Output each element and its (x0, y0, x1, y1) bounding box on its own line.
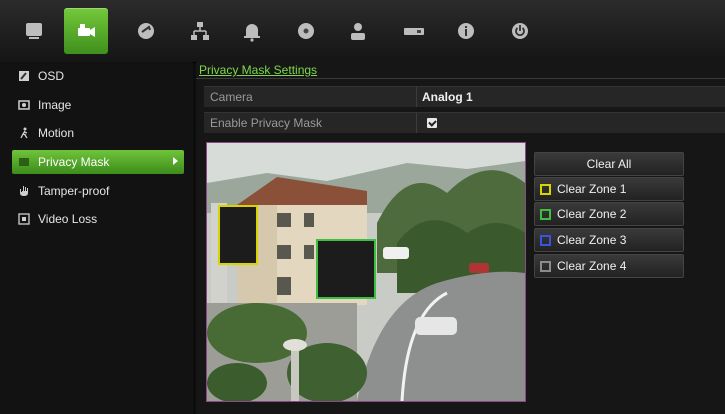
sidebar-item-label: Privacy Mask (38, 155, 110, 169)
record-icon (138, 23, 154, 39)
network-icon (191, 22, 209, 40)
sidebar-item-label: OSD (38, 69, 65, 83)
page-title: Privacy Mask Settings (199, 63, 318, 77)
camera-preview[interactable] (206, 142, 526, 402)
zone-3-color-swatch (540, 234, 551, 246)
sidebar-item-label: Image (38, 98, 72, 112)
motion-icon (18, 127, 30, 139)
user-button[interactable] (336, 8, 380, 54)
osd-icon (18, 70, 30, 82)
privacy-mask-icon (18, 156, 30, 168)
clear-zone-2-label: Clear Zone 2 (557, 207, 627, 221)
enable-privacy-mask-checkbox[interactable] (427, 118, 437, 128)
main-toolbar (0, 0, 725, 63)
clear-zone-2-button[interactable]: Clear Zone 2 (534, 202, 684, 226)
enable-privacy-mask-label: Enable Privacy Mask (210, 116, 323, 130)
zone-2-color-swatch (540, 208, 551, 220)
network-button[interactable] (178, 8, 222, 54)
sidebar-item-motion[interactable]: Motion (12, 121, 184, 145)
video-loss-icon (18, 213, 30, 225)
info-button[interactable] (444, 8, 488, 54)
clear-all-button[interactable]: Clear All (534, 152, 684, 176)
user-icon (351, 23, 365, 40)
privacy-zone-1[interactable] (218, 205, 258, 265)
clear-zone-1-button[interactable]: Clear Zone 1 (534, 177, 684, 201)
camera-select[interactable]: Analog 1 (422, 90, 473, 104)
privacy-zone-2[interactable] (316, 239, 376, 299)
sidebar-item-osd[interactable]: OSD (12, 64, 184, 88)
clear-zone-1-label: Clear Zone 1 (557, 182, 627, 196)
monitor-button[interactable] (12, 8, 56, 54)
clear-zone-4-label: Clear Zone 4 (557, 259, 627, 273)
sidebar-item-image[interactable]: Image (12, 93, 184, 117)
clear-all-label: Clear All (586, 157, 632, 171)
privacy-mask-panel: Privacy Mask Settings Camera Analog 1 En… (196, 62, 725, 414)
clear-zone-4-button[interactable]: Clear Zone 4 (534, 254, 684, 278)
camera-row: Camera Analog 1 (204, 86, 725, 107)
info-icon (458, 23, 474, 39)
clear-zone-3-button[interactable]: Clear Zone 3 (534, 228, 684, 252)
sidebar-item-label: Video Loss (38, 212, 98, 226)
camera-label: Camera (210, 90, 253, 104)
power-button[interactable] (498, 8, 542, 54)
zone-1-color-swatch (540, 183, 551, 195)
chevron-right-icon (173, 157, 178, 165)
sidebar-item-privacy-mask[interactable]: Privacy Mask (12, 150, 184, 174)
clear-zone-3-label: Clear Zone 3 (557, 233, 627, 247)
alarm-bell-icon (244, 24, 260, 42)
settings-sidebar: OSD Image Motion Privacy Mask Tamper-pro… (0, 62, 193, 414)
enable-privacy-mask-row: Enable Privacy Mask (204, 112, 725, 133)
device-button[interactable] (392, 8, 436, 54)
sidebar-item-label: Tamper-proof (38, 184, 110, 198)
camera-button[interactable] (64, 8, 108, 54)
row-divider (416, 113, 417, 133)
alarm-button[interactable] (230, 8, 274, 54)
tamper-icon (18, 185, 30, 197)
sidebar-item-video-loss[interactable]: Video Loss (12, 207, 184, 231)
hdd-icon (298, 23, 314, 39)
image-icon (18, 99, 30, 111)
power-icon (512, 23, 528, 39)
hdd-button[interactable] (284, 8, 328, 54)
device-icon (404, 28, 424, 35)
sidebar-item-label: Motion (38, 126, 75, 140)
camera-icon (78, 24, 95, 37)
title-divider (196, 78, 725, 79)
monitor-icon (26, 23, 42, 39)
row-divider (416, 87, 417, 107)
zone-4-color-swatch (540, 260, 551, 272)
sidebar-item-tamper-proof[interactable]: Tamper-proof (12, 179, 184, 203)
record-button[interactable] (124, 8, 168, 54)
